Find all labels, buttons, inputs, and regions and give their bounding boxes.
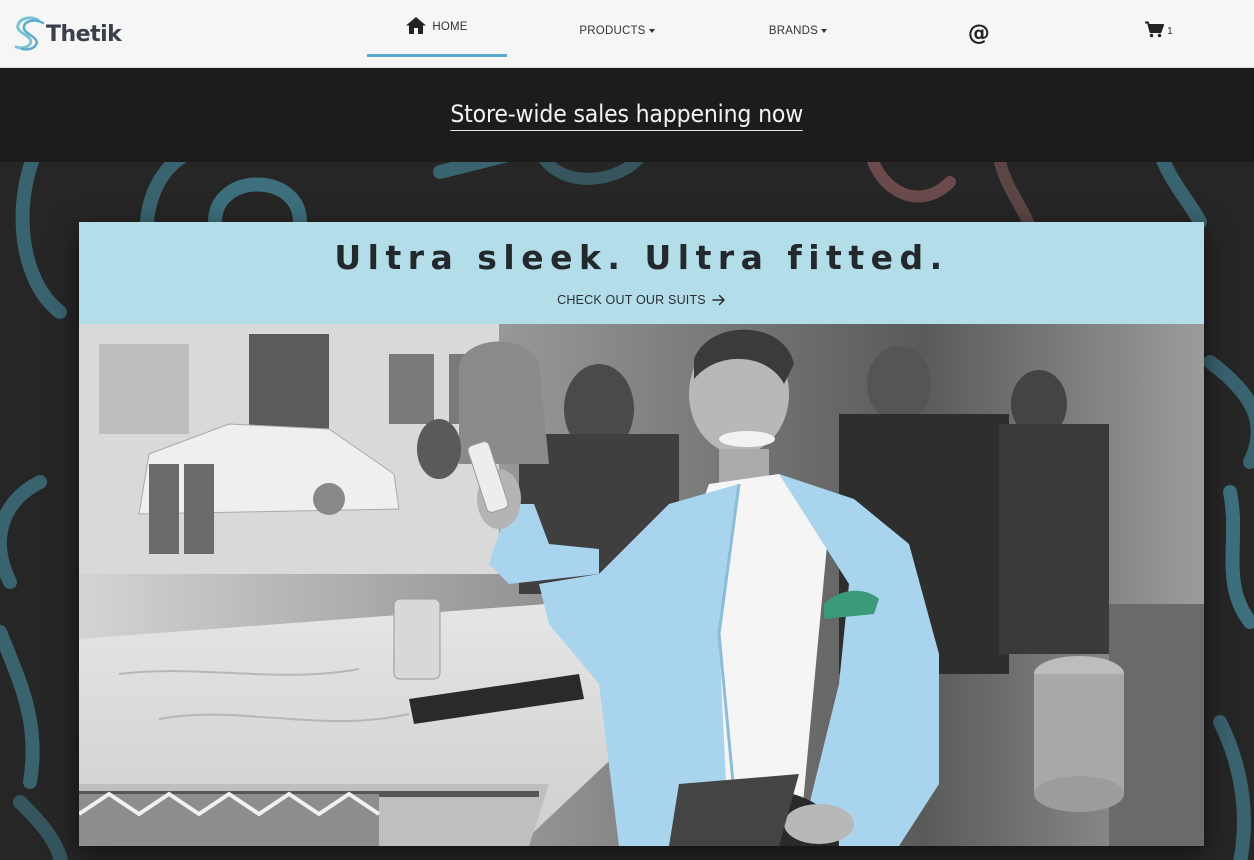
promo-banner: Store-wide sales happening now bbox=[0, 68, 1254, 162]
hero-card: Ultra sleek. Ultra fitted. CHECK OUT OUR… bbox=[79, 222, 1204, 846]
nav-brands-dropdown[interactable]: BRANDS bbox=[750, 0, 846, 62]
check-out-suits-link[interactable]: CHECK OUT OUR SUITS bbox=[79, 293, 1204, 307]
arrow-right-icon bbox=[706, 293, 726, 307]
man-in-suit-cafe-photo bbox=[79, 324, 1204, 846]
hero-cta-label: CHECK OUT OUR SUITS bbox=[557, 293, 706, 307]
home-icon bbox=[406, 17, 432, 37]
caret-down-icon bbox=[821, 29, 828, 33]
sales-banner-link[interactable]: Store-wide sales happening now bbox=[450, 100, 804, 131]
brand-logo[interactable]: Thetik bbox=[12, 14, 122, 54]
hero-title: Ultra sleek. Ultra fitted. bbox=[334, 238, 949, 277]
nav-cart[interactable]: 1 bbox=[1136, 0, 1182, 62]
nav-brands-label: BRANDS bbox=[768, 25, 819, 37]
brand-name: Thetik bbox=[46, 21, 122, 47]
nav-products-label: PRODUCTS bbox=[579, 25, 646, 37]
thetik-logo-icon bbox=[12, 14, 46, 54]
cart-count-badge: 1 bbox=[1167, 25, 1173, 37]
hero-header: Ultra sleek. Ultra fitted. CHECK OUT OUR… bbox=[79, 222, 1204, 324]
nav-home[interactable]: HOME bbox=[367, 0, 507, 57]
nav-home-label: HOME bbox=[432, 21, 468, 33]
caret-down-icon bbox=[648, 29, 655, 33]
hero-image bbox=[79, 324, 1204, 846]
cart-icon bbox=[1145, 21, 1165, 41]
navbar: Thetik HOME PRODUCTS BRANDS @ 1 bbox=[0, 0, 1254, 68]
nav-contact-link[interactable]: @ bbox=[960, 2, 998, 64]
nav-products-dropdown[interactable]: PRODUCTS bbox=[560, 0, 674, 62]
